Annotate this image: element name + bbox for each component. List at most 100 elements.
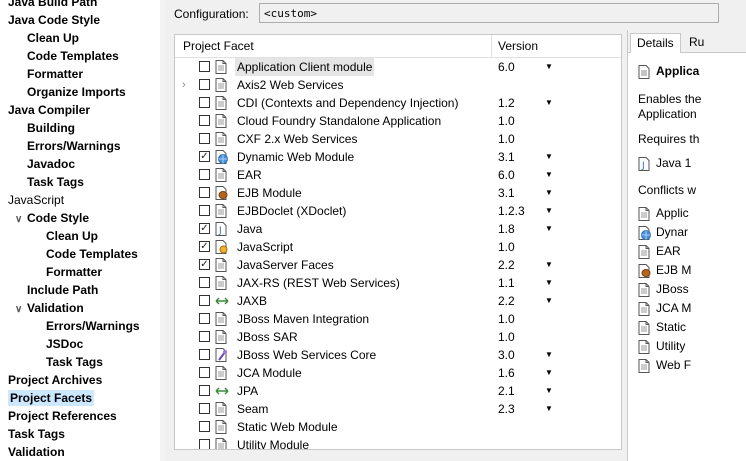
table-row[interactable]: JAX-RS (REST Web Services) 1.1 ▼ [175,274,621,292]
facet-version[interactable]: 1.0 [498,130,515,148]
nav-item-project-archives[interactable]: Project Archives [8,371,102,389]
facet-checkbox[interactable] [199,295,210,306]
facet-version[interactable]: 3.1 [498,184,515,202]
facet-checkbox[interactable] [199,115,210,126]
table-row[interactable]: EJB Module 3.1 ▼ [175,184,621,202]
facet-checkbox[interactable] [199,313,210,324]
dropdown-arrow-icon[interactable]: ▼ [545,400,553,418]
facet-checkbox[interactable] [199,79,210,90]
dropdown-arrow-icon[interactable]: ▼ [545,166,553,184]
table-row[interactable]: Cloud Foundry Standalone Application 1.0 [175,112,621,130]
nav-item-javascript[interactable]: JavaScript [8,191,64,209]
nav-item-building[interactable]: Building [27,119,75,137]
dropdown-arrow-icon[interactable]: ▼ [545,274,553,292]
facet-checkbox[interactable] [199,97,210,108]
table-row[interactable]: JCA Module 1.6 ▼ [175,364,621,382]
nav-item-code-templates[interactable]: Code Templates [46,245,138,263]
facet-checkbox[interactable] [199,331,210,342]
facet-version[interactable]: 1.2 [498,94,515,112]
facet-checkbox[interactable] [199,439,210,449]
table-row[interactable]: ✓ JavaScript 1.0 [175,238,621,256]
facet-checkbox[interactable]: ✓ [199,223,210,234]
chevron-right-icon[interactable]: › [182,76,186,94]
dropdown-arrow-icon[interactable]: ▼ [545,346,553,364]
table-row[interactable]: Static Web Module [175,418,621,436]
nav-item-task-tags[interactable]: Task Tags [8,425,65,443]
nav-item-java-compiler[interactable]: Java Compiler [8,101,90,119]
facet-version[interactable]: 1.8 [498,220,515,238]
nav-item-jsdoc[interactable]: JSDoc [46,335,83,353]
facet-version[interactable]: 1.0 [498,310,515,328]
nav-item-clean-up[interactable]: Clean Up [27,29,79,47]
table-row[interactable]: ✓ J Java 1.8 ▼ [175,220,621,238]
nav-item-project-references[interactable]: Project References [8,407,117,425]
nav-item-organize-imports[interactable]: Organize Imports [27,83,126,101]
table-row[interactable]: Utility Module [175,436,621,449]
nav-item-errors-warnings[interactable]: Errors/Warnings [27,137,121,155]
dropdown-arrow-icon[interactable]: ▼ [545,184,553,202]
nav-item-java-build-path[interactable]: Java Build Path [8,0,97,11]
facet-version[interactable]: 1.0 [498,112,515,130]
dropdown-arrow-icon[interactable]: ▼ [545,292,553,310]
nav-item-validation[interactable]: ∨ Validation [15,299,84,317]
dropdown-arrow-icon[interactable]: ▼ [545,148,553,166]
facet-checkbox[interactable] [199,187,210,198]
nav-item-task-tags[interactable]: Task Tags [27,173,84,191]
table-row[interactable]: Application Client module 6.0 ▼ [175,58,621,76]
dropdown-arrow-icon[interactable]: ▼ [545,256,553,274]
facet-checkbox[interactable]: ✓ [199,259,210,270]
dropdown-arrow-icon[interactable]: ▼ [545,220,553,238]
facet-version[interactable]: 6.0 [498,166,515,184]
facet-checkbox[interactable] [199,349,210,360]
facet-checkbox[interactable]: ✓ [199,151,210,162]
table-row[interactable]: CXF 2.x Web Services 1.0 [175,130,621,148]
facet-version[interactable]: 3.1 [498,148,515,166]
chevron-down-icon[interactable]: ∨ [15,301,27,319]
table-row[interactable]: EJBDoclet (XDoclet) 1.2.3 ▼ [175,202,621,220]
facet-version[interactable]: 2.1 [498,382,515,400]
facet-checkbox[interactable] [199,367,210,378]
configuration-combo[interactable]: <custom> [259,3,719,23]
table-row[interactable]: Seam 2.3 ▼ [175,400,621,418]
table-row[interactable]: ✓ JavaServer Faces 2.2 ▼ [175,256,621,274]
nav-item-validation[interactable]: Validation [8,443,65,461]
facet-checkbox[interactable] [199,277,210,288]
tab-runtimes[interactable]: Ru [683,33,710,52]
facet-version[interactable]: 1.0 [498,238,515,256]
nav-item-javadoc[interactable]: Javadoc [27,155,75,173]
nav-item-project-facets[interactable]: Project Facets [8,389,95,407]
nav-item-task-tags[interactable]: Task Tags [46,353,103,371]
column-separator[interactable] [491,35,492,57]
facet-checkbox[interactable] [199,61,210,72]
table-row[interactable]: EAR 6.0 ▼ [175,166,621,184]
table-row[interactable]: JAXB 2.2 ▼ [175,292,621,310]
table-row[interactable]: CDI (Contexts and Dependency Injection) 1… [175,94,621,112]
facet-checkbox[interactable] [199,385,210,396]
dropdown-arrow-icon[interactable]: ▼ [545,364,553,382]
nav-item-code-templates[interactable]: Code Templates [27,47,119,65]
facet-checkbox[interactable] [199,169,210,180]
facet-version[interactable]: 1.6 [498,364,515,382]
dropdown-arrow-icon[interactable]: ▼ [545,382,553,400]
table-row[interactable]: › Axis2 Web Services [175,76,621,94]
tab-details[interactable]: Details [630,33,681,53]
facet-version[interactable]: 1.0 [498,328,515,346]
facet-checkbox[interactable] [199,403,210,414]
dropdown-arrow-icon[interactable]: ▼ [545,94,553,112]
nav-item-errors-warnings[interactable]: Errors/Warnings [46,317,140,335]
table-row[interactable]: ✓ Dynamic Web Module 3.1 ▼ [175,148,621,166]
nav-item-formatter[interactable]: Formatter [27,65,83,83]
facet-checkbox[interactable] [199,133,210,144]
facet-checkbox[interactable] [199,205,210,216]
facet-version[interactable]: 2.2 [498,256,515,274]
nav-item-java-code-style[interactable]: Java Code Style [8,11,100,29]
column-project-facet[interactable]: Project Facet [183,35,254,57]
facet-version[interactable]: 1.2.3 [498,202,525,220]
nav-item-code-style[interactable]: ∨ Code Style [15,209,89,227]
column-version[interactable]: Version [498,35,538,57]
dropdown-arrow-icon[interactable]: ▼ [545,58,553,76]
facet-version[interactable]: 1.1 [498,274,515,292]
nav-item-include-path[interactable]: Include Path [27,281,98,299]
dropdown-arrow-icon[interactable]: ▼ [545,202,553,220]
table-row[interactable]: JBoss Maven Integration 1.0 [175,310,621,328]
